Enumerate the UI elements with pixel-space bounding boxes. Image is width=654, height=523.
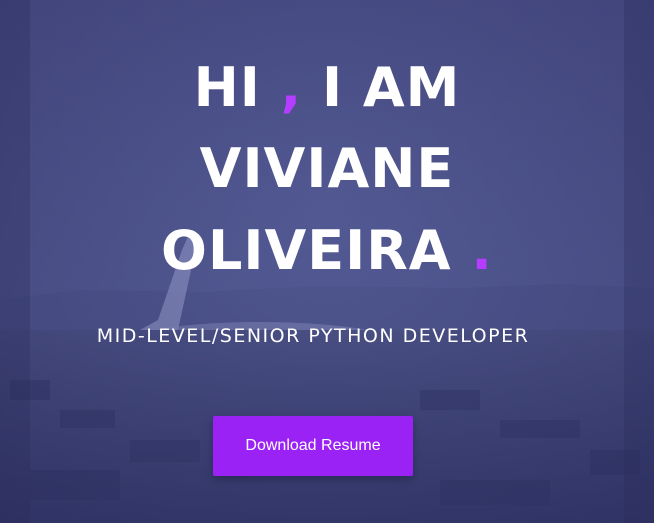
i-am-text: I AM — [322, 56, 461, 119]
hero-section: HI , I AM VIVIANE OLIVEIRA . MID-LEVEL/S… — [0, 0, 654, 523]
first-name-text: VIVIANE — [199, 137, 455, 200]
headline-line-2: VIVIANE — [0, 128, 654, 210]
accent-period: . — [471, 219, 493, 282]
headline-line-1: HI , I AM — [0, 47, 654, 129]
headline-line-3: OLIVEIRA . — [0, 210, 654, 292]
job-title-subtitle: MID-LEVEL/SENIOR PYTHON DEVELOPER — [96, 325, 530, 347]
greeting-text: HI — [193, 56, 261, 119]
last-name-text: OLIVEIRA — [161, 219, 452, 282]
accent-comma: , — [280, 56, 303, 119]
download-resume-button[interactable]: Download Resume — [213, 416, 413, 476]
